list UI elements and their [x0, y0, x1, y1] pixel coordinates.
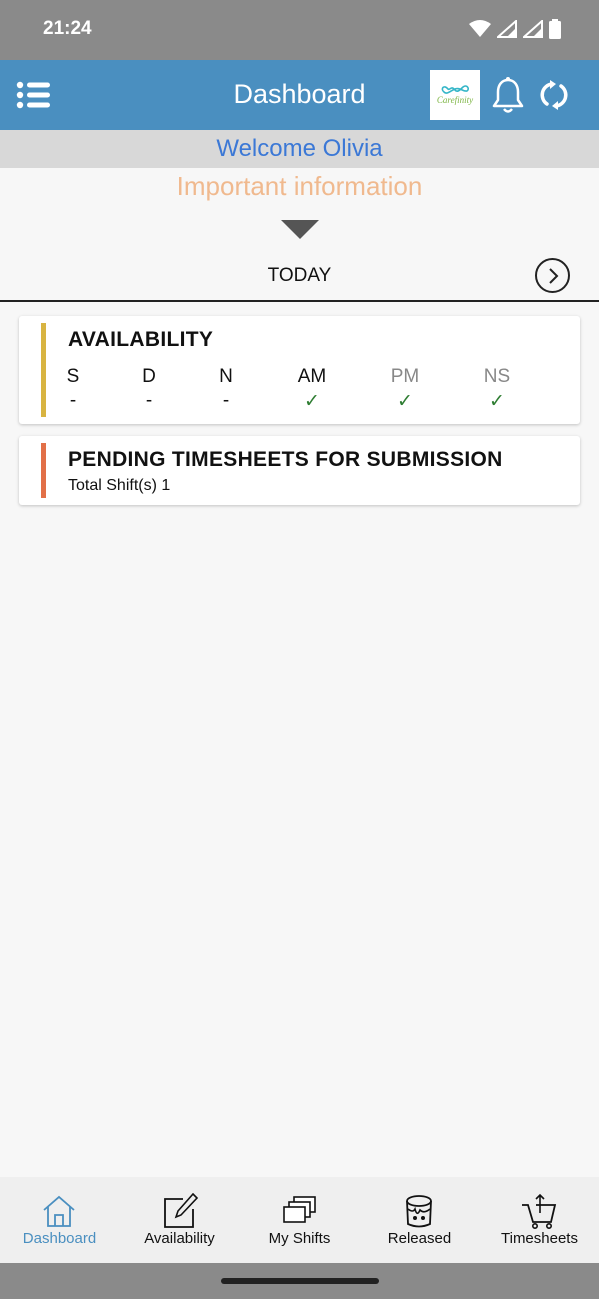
pending-subtitle: Total Shift(s) 1: [68, 477, 171, 494]
app-header: Dashboard Carefinity: [0, 60, 599, 130]
system-gesture-bar: [0, 1263, 599, 1299]
menu-button[interactable]: [16, 80, 52, 110]
nav-dashboard[interactable]: Dashboard: [0, 1177, 119, 1263]
status-icons: [469, 19, 561, 39]
availability-card[interactable]: AVAILABILITY S - D - N - AM ✓ PM ✓ NS ✓: [19, 316, 580, 424]
carefinity-logo-icon: Carefinity: [437, 85, 473, 105]
nav-label: Timesheets: [501, 1230, 578, 1247]
carefinity-logo: Carefinity: [430, 70, 480, 120]
battery-icon: [549, 19, 561, 39]
check-icon: ✓: [489, 391, 505, 412]
chevron-right-icon: [548, 267, 558, 284]
nav-label: My Shifts: [268, 1230, 331, 1247]
welcome-banner: Welcome Olivia: [0, 130, 599, 168]
list-menu-icon: [16, 81, 50, 109]
important-information-toggle[interactable]: Important information: [0, 171, 599, 202]
bottom-nav: Dashboard Availability My Shifts Release…: [0, 1177, 599, 1263]
refresh-icon: [540, 80, 568, 110]
check-icon: ✓: [397, 391, 413, 412]
status-bar: 21:24: [0, 0, 599, 60]
refresh-button[interactable]: [537, 78, 571, 112]
availability-label: N: [219, 366, 233, 387]
nav-timesheets[interactable]: Timesheets: [480, 1177, 599, 1263]
nav-label: Released: [387, 1230, 452, 1247]
status-time: 21:24: [43, 18, 92, 39]
nav-label: Dashboard: [22, 1230, 97, 1247]
cart-icon: [522, 1193, 557, 1229]
expand-arrow-icon[interactable]: [281, 220, 319, 239]
availability-col-s: S -: [53, 366, 93, 412]
nav-my-shifts[interactable]: My Shifts: [240, 1177, 359, 1263]
availability-title: AVAILABILITY: [68, 328, 214, 351]
pending-title: PENDING TIMESHEETS FOR SUBMISSION: [68, 448, 503, 471]
nav-released[interactable]: Released: [360, 1177, 479, 1263]
wifi-icon: [469, 20, 491, 37]
availability-value: -: [69, 390, 77, 411]
home-gesture-handle[interactable]: [221, 1278, 379, 1284]
availability-value: -: [222, 390, 230, 411]
notifications-button[interactable]: [490, 75, 526, 115]
availability-label: PM: [390, 366, 420, 387]
svg-text:Carefinity: Carefinity: [437, 95, 473, 105]
paint-bucket-icon: [406, 1195, 432, 1228]
signal-icon-2: [523, 20, 543, 38]
pending-timesheets-card[interactable]: PENDING TIMESHEETS FOR SUBMISSION Total …: [19, 436, 580, 505]
availability-col-ns: NS ✓: [477, 366, 517, 412]
check-icon: ✓: [304, 391, 320, 412]
availability-col-pm: PM ✓: [385, 366, 425, 412]
availability-label: D: [142, 366, 156, 387]
pending-accent-bar: [41, 443, 46, 498]
signal-icon: [497, 20, 517, 38]
edit-icon: [164, 1193, 199, 1228]
availability-col-d: D -: [129, 366, 169, 412]
availability-value: -: [145, 390, 153, 411]
today-label: TODAY: [267, 265, 332, 286]
nav-label: Availability: [144, 1230, 215, 1247]
availability-col-n: N -: [206, 366, 246, 412]
nav-availability[interactable]: Availability: [120, 1177, 239, 1263]
availability-accent-bar: [41, 323, 46, 417]
availability-label: NS: [483, 366, 511, 387]
next-day-button[interactable]: [535, 258, 570, 293]
availability-col-am: AM ✓: [292, 366, 332, 412]
home-icon: [43, 1195, 75, 1227]
availability-label: S: [66, 366, 80, 387]
stacked-pages-icon: [283, 1196, 316, 1223]
availability-label: AM: [297, 366, 327, 387]
today-row: TODAY: [0, 256, 599, 302]
bell-icon: [492, 77, 524, 113]
